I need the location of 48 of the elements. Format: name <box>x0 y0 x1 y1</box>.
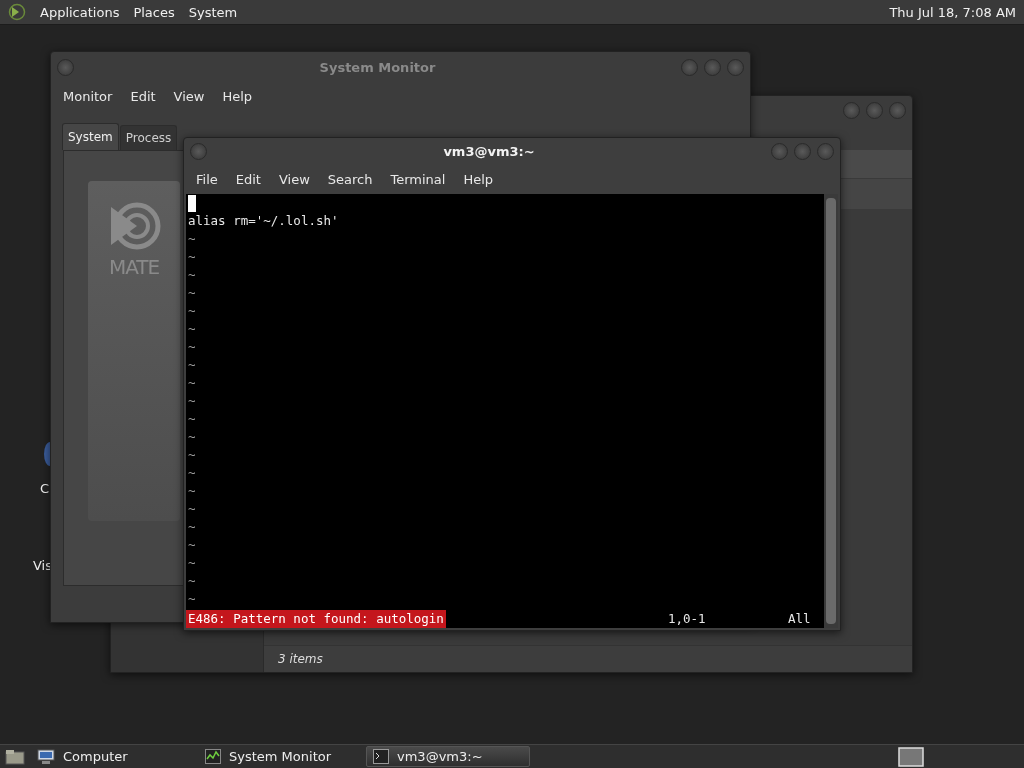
empty-line-marker: ~ <box>188 446 196 464</box>
empty-line-marker: ~ <box>188 392 196 410</box>
panel-menu[interactable]: Places <box>133 4 175 20</box>
empty-line-marker: ~ <box>188 554 196 572</box>
menu-item[interactable]: Help <box>455 171 502 187</box>
tab[interactable]: Process <box>119 125 178 150</box>
panel-menu[interactable]: Applications <box>40 4 120 20</box>
clock[interactable]: Thu Jul 18, 7:08 AM <box>889 4 1016 20</box>
panel-menu[interactable]: System <box>188 4 238 20</box>
empty-line-marker: ~ <box>188 464 196 482</box>
window-title: System Monitor <box>318 59 437 75</box>
empty-line-marker: ~ <box>188 482 196 500</box>
empty-line-marker: ~ <box>188 572 196 590</box>
empty-line-marker: ~ <box>188 590 196 608</box>
empty-line-marker: ~ <box>188 536 196 554</box>
empty-line-marker: ~ <box>188 500 196 518</box>
error-message: E486: Pattern not found: autologin <box>186 610 446 628</box>
empty-line-marker: ~ <box>188 410 196 428</box>
empty-line-marker: ~ <box>188 374 196 392</box>
menu-item[interactable]: Edit <box>122 88 164 104</box>
empty-line-marker: ~ <box>188 230 196 248</box>
taskbar-item[interactable]: vm3@vm3:~ <box>366 746 530 767</box>
cursor-position: 1,0-1 <box>668 610 707 628</box>
empty-line-marker: ~ <box>188 266 196 284</box>
tab[interactable]: System <box>62 123 119 150</box>
menu-item[interactable]: View <box>270 171 318 187</box>
window-title: vm3@vm3:~ <box>442 143 536 159</box>
empty-line-marker: ~ <box>188 356 196 374</box>
empty-line-marker: ~ <box>188 338 196 356</box>
status-text: 3 items <box>278 652 323 666</box>
menu-item[interactable]: View <box>165 88 213 104</box>
taskbar-item[interactable]: Computer <box>30 746 194 767</box>
menu-item[interactable]: Search <box>319 171 381 187</box>
empty-line-marker: ~ <box>188 518 196 536</box>
empty-line-marker: ~ <box>188 302 196 320</box>
empty-line-marker: ~ <box>188 428 196 446</box>
menu-item[interactable]: Monitor <box>55 88 121 104</box>
menu-item[interactable]: File <box>188 171 226 187</box>
taskbar-item[interactable]: System Monitor <box>198 746 362 767</box>
menu-item[interactable]: Help <box>214 88 261 104</box>
empty-line-marker: ~ <box>188 284 196 302</box>
desktop-icon-label[interactable]: C <box>40 481 50 496</box>
menu-item[interactable]: Edit <box>227 171 269 187</box>
menu-item[interactable]: Terminal <box>382 171 454 187</box>
scroll-position: All <box>788 610 812 628</box>
terminal-line: alias rm='~/.lol.sh' <box>188 212 339 230</box>
empty-line-marker: ~ <box>188 248 196 266</box>
empty-line-marker: ~ <box>188 320 196 338</box>
